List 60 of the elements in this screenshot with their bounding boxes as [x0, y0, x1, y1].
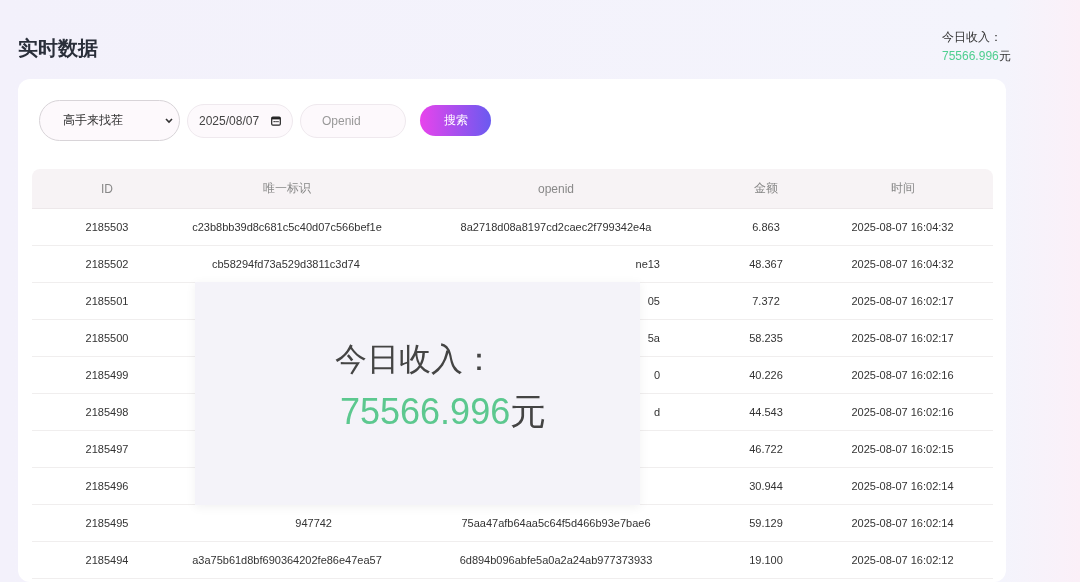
table-cell: 58.235: [749, 332, 783, 344]
table-cell: 947742: [295, 517, 332, 529]
table-cell: 2025-08-07 16:02:12: [851, 554, 954, 566]
table-cell: 0: [653, 369, 660, 381]
table-cell: 2025-08-07 16:02:14: [851, 480, 954, 492]
table-cell: 2025-08-07 16:02:16: [851, 406, 954, 418]
column-header: 唯一标识: [263, 181, 311, 195]
page-title: 实时数据: [18, 36, 98, 61]
table-cell: 44.543: [749, 406, 783, 418]
table-cell: 30.944: [749, 480, 783, 492]
table-cell: 6.863: [752, 221, 780, 233]
column-header: 时间: [890, 181, 915, 195]
table-cell: 2025-08-07 16:02:16: [851, 369, 954, 381]
table-cell: 2025-08-07 16:04:32: [851, 258, 954, 270]
table-cell: cb58294fd73a529d3811c3d74: [212, 258, 360, 270]
game-select[interactable]: 高手来找茬: [39, 100, 180, 141]
table-cell: ne13: [635, 258, 660, 270]
income-label: 今日收入：: [942, 29, 1003, 46]
table-cell: 2025-08-07 16:04:32: [851, 221, 954, 233]
table-cell: 2185499: [85, 369, 129, 381]
income-amount: 75566.996: [942, 49, 999, 63]
calendar-icon: [271, 115, 281, 126]
table-cell: 75aa47afb64aa5c64f5d466b93e7bae6: [461, 517, 651, 529]
table-cell: 2185501: [85, 295, 129, 307]
table-cell: 19.100: [749, 554, 783, 566]
search-button[interactable]: 搜索: [420, 105, 491, 136]
currency-unit: 元: [998, 49, 1011, 63]
table-cell: 2185495: [85, 517, 129, 529]
table-cell: 6d894b096abfe5a0a2a24ab977373933: [459, 554, 653, 566]
table-cell: c23b8bb39d8c681c5c40d07c566bef1e: [192, 221, 382, 233]
table-cell: 46.722: [749, 443, 783, 455]
date-field[interactable]: 2025/08/07: [187, 103, 293, 138]
table-cell: 2185494: [85, 554, 129, 566]
table-cell: 05: [647, 295, 660, 307]
table-cell: a3a75b61d8bf690364202fe86e47ea57: [192, 554, 382, 566]
column-header: ID: [101, 181, 113, 196]
table-cell: 2025-08-07 16:02:17: [851, 332, 954, 344]
table-cell: 7.372: [752, 295, 780, 307]
chevron-down-icon: [165, 117, 173, 124]
table-cell: 2025-08-07 16:02:14: [851, 517, 954, 529]
column-header: openid: [537, 181, 574, 196]
table-cell: 2185502: [85, 258, 129, 270]
table-cell: 2185497: [85, 443, 129, 455]
table-cell: 59.129: [749, 517, 783, 529]
callout-income-label: 今日收入：: [335, 340, 495, 379]
table-cell: 2185500: [85, 332, 129, 344]
table-cell: 8a2718d08a8197cd2caec2f799342e4a: [460, 221, 652, 233]
table-cell: 2025-08-07 16:02:15: [851, 443, 954, 455]
callout-income-amount: 75566.996: [340, 391, 511, 432]
table-cell: 2185496: [85, 480, 129, 492]
table-cell: 40.226: [749, 369, 783, 381]
table-cell: 48.367: [749, 258, 783, 270]
table-cell: 2025-08-07 16:02:17: [851, 295, 954, 307]
table-cell: d: [653, 406, 660, 418]
column-header: 金额: [754, 181, 778, 195]
openid-field[interactable]: Openid: [300, 103, 406, 138]
table-cell: 2185498: [85, 406, 129, 418]
table-cell: 5a: [647, 332, 660, 344]
table-cell: 2185503: [85, 221, 129, 233]
callout-currency-unit: 元: [510, 391, 547, 432]
